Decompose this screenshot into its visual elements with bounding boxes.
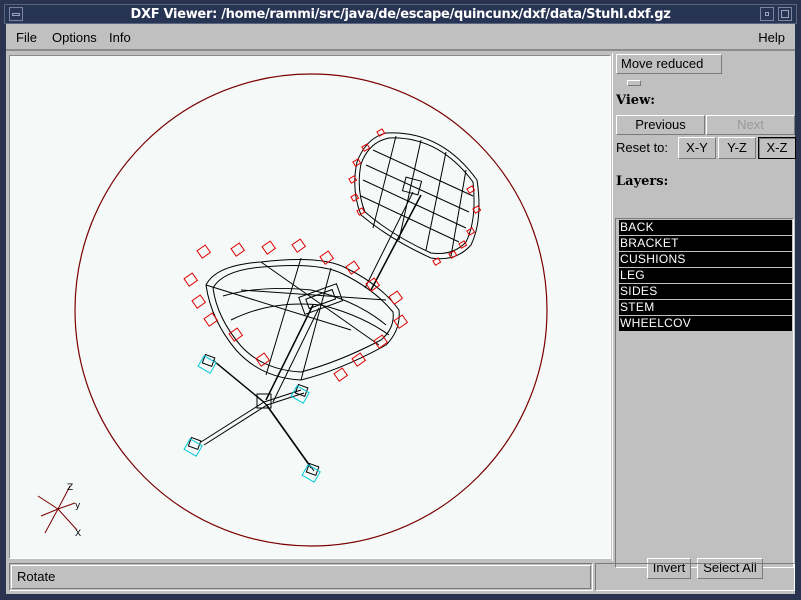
wireframe-drawing[interactable]: Zy X [10, 56, 610, 558]
minimize-button[interactable] [760, 7, 774, 21]
app-frame: File Options Info Help Zy X Move reduced … [6, 24, 796, 594]
seat-marker [203, 312, 219, 327]
stem-base [256, 393, 272, 409]
backrest-marker [466, 227, 476, 236]
backrest-marker [348, 175, 358, 184]
layer-item[interactable]: STEM [619, 300, 792, 315]
seat-marker [261, 240, 277, 255]
menu-bar: File Options Info Help [6, 24, 795, 51]
seat-outline [212, 265, 394, 373]
leg [200, 401, 265, 443]
seat-marker [388, 290, 404, 305]
seat-marker [393, 314, 409, 329]
z-axis-label: Z [67, 483, 73, 493]
seat-marker [230, 242, 246, 257]
reset-yz-button[interactable]: Y-Z [718, 137, 756, 159]
backrest-grid-line [372, 135, 397, 229]
dxf-canvas[interactable]: Zy X [9, 55, 611, 559]
y-axis-label: y [75, 501, 81, 511]
leg [263, 401, 312, 469]
seat-marker [191, 294, 207, 309]
mode-select[interactable]: Move reduced [616, 54, 722, 86]
seat-marker [183, 272, 199, 287]
seat-marker [333, 367, 349, 382]
layer-item[interactable]: BRACKET [619, 236, 792, 251]
leg [266, 404, 315, 472]
option-menu-indicator-icon [627, 79, 641, 86]
backrest-grid-line [425, 151, 447, 251]
mode-select-value: Move reduced [621, 56, 704, 71]
seat-marker [345, 260, 361, 275]
x-axis-line [37, 495, 59, 510]
backrest-outline [354, 132, 480, 260]
view-heading: View: [616, 93, 656, 108]
backrest-grid-line [372, 149, 474, 197]
menu-help[interactable]: Help [758, 30, 785, 45]
maximize-button[interactable] [778, 7, 792, 21]
backrest-support [370, 194, 422, 291]
window-titlebar[interactable]: DXF Viewer: /home/rammi/src/java/de/esca… [4, 4, 797, 24]
seat-marker [196, 244, 212, 259]
backrest-grid-line [450, 169, 467, 257]
reset-xy-button[interactable]: X-Y [678, 137, 716, 159]
window-title: DXF Viewer: /home/rammi/src/java/de/esca… [130, 7, 671, 22]
status-bar: Rotate [9, 563, 593, 591]
z-axis-line [44, 508, 59, 534]
menu-options[interactable]: Options [52, 30, 97, 45]
layers-list[interactable]: BACK BRACKET CUSHIONS LEG SIDES STEM WHE… [615, 218, 794, 568]
control-panel: Move reduced View: Previous Next Reset t… [612, 53, 796, 579]
seat-marker [291, 238, 307, 253]
seat-frame-line [265, 257, 302, 376]
menu-file[interactable]: File [16, 30, 37, 45]
reset-xz-button[interactable]: X-Z [758, 137, 796, 159]
layer-item[interactable]: WHEELCOV [619, 316, 792, 331]
seat-marker [351, 352, 367, 367]
layer-item[interactable]: LEG [619, 268, 792, 283]
previous-view-button[interactable]: Previous [616, 115, 705, 135]
backrest-marker [376, 128, 386, 137]
layer-item[interactable]: SIDES [619, 284, 792, 299]
leg [203, 404, 268, 446]
status-text: Rotate [17, 569, 56, 584]
backrest-outline [358, 137, 475, 254]
x-axis-label: X [75, 529, 81, 539]
backrest-marker [350, 193, 360, 202]
layers-heading: Layers: [616, 174, 669, 189]
layer-item[interactable]: CUSHIONS [619, 252, 792, 267]
seat-marker [373, 334, 389, 349]
x-axis-line [57, 508, 78, 531]
y-axis-line [40, 508, 59, 517]
seat-frame-line [300, 267, 332, 381]
status-bar-secondary [595, 563, 795, 591]
layer-item[interactable]: BACK [619, 220, 792, 235]
reset-to-label: Reset to: [616, 140, 669, 155]
menu-info[interactable]: Info [109, 30, 131, 45]
next-view-button[interactable]: Next [706, 115, 795, 135]
